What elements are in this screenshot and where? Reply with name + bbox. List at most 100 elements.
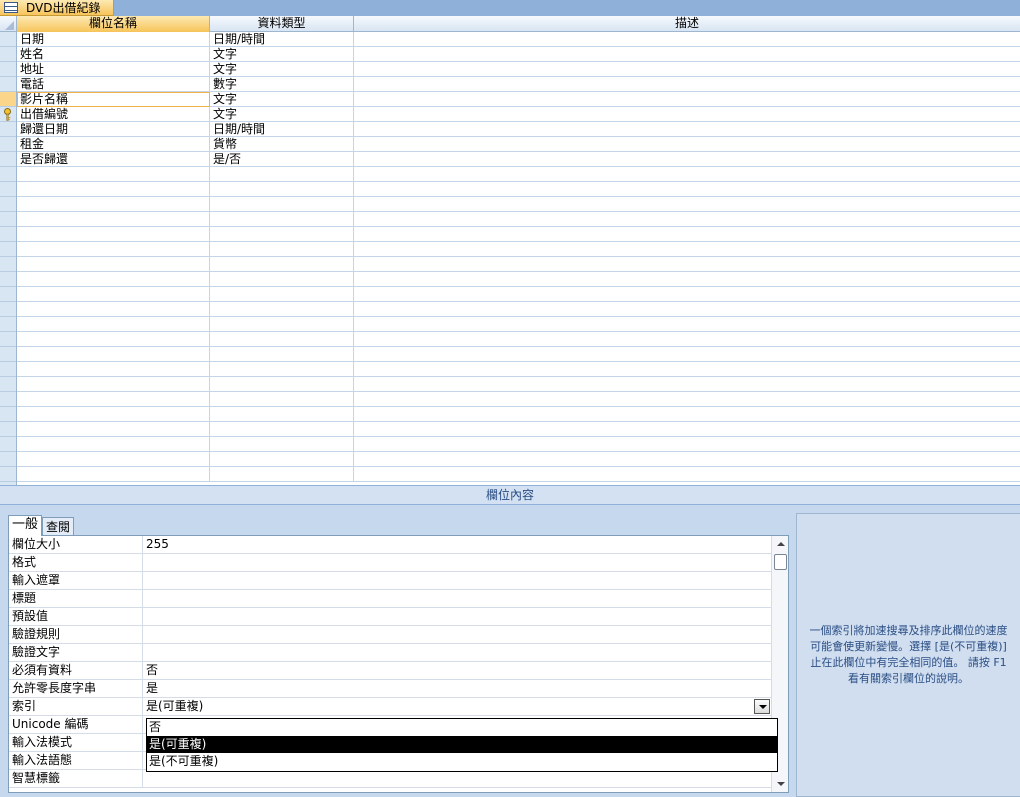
- row-selector[interactable]: [0, 197, 16, 212]
- field-name-cell[interactable]: [17, 422, 210, 437]
- row-selector[interactable]: [0, 137, 16, 152]
- description-cell[interactable]: [354, 182, 1020, 197]
- empty-row[interactable]: [17, 392, 1020, 407]
- property-value[interactable]: [143, 608, 771, 625]
- field-row[interactable]: 日期 日期/時間: [17, 32, 1020, 47]
- field-name-cell[interactable]: [17, 167, 210, 182]
- row-selector[interactable]: [0, 242, 16, 257]
- field-name-cell[interactable]: [17, 332, 210, 347]
- empty-row[interactable]: [17, 242, 1020, 257]
- data-type-cell[interactable]: [210, 272, 354, 287]
- row-selector[interactable]: [0, 122, 16, 137]
- data-type-cell[interactable]: 日期/時間: [210, 122, 354, 137]
- field-name-cell[interactable]: [17, 317, 210, 332]
- field-name-cell[interactable]: [17, 452, 210, 467]
- empty-row[interactable]: [17, 422, 1020, 437]
- data-type-cell[interactable]: [210, 182, 354, 197]
- description-cell[interactable]: [354, 317, 1020, 332]
- data-type-cell[interactable]: [210, 287, 354, 302]
- empty-row[interactable]: [17, 407, 1020, 422]
- description-cell[interactable]: [354, 452, 1020, 467]
- field-name-cell[interactable]: 租金: [17, 137, 210, 152]
- data-type-cell[interactable]: [210, 437, 354, 452]
- field-name-cell[interactable]: 歸還日期: [17, 122, 210, 137]
- property-value[interactable]: 是: [143, 680, 771, 697]
- description-cell[interactable]: [354, 332, 1020, 347]
- field-name-cell[interactable]: [17, 287, 210, 302]
- data-type-cell[interactable]: [210, 347, 354, 362]
- property-row-allow-zero-length[interactable]: 允許零長度字串是: [9, 680, 771, 698]
- field-name-cell[interactable]: [17, 272, 210, 287]
- empty-row[interactable]: [17, 317, 1020, 332]
- property-value[interactable]: [143, 626, 771, 643]
- property-row-smart-tags[interactable]: 智慧標籤: [9, 770, 771, 788]
- property-value[interactable]: [143, 644, 771, 661]
- scroll-thumb[interactable]: [774, 554, 787, 570]
- field-name-cell[interactable]: 電話: [17, 77, 210, 92]
- dropdown-option[interactable]: 是(不可重複): [147, 753, 777, 770]
- row-selector[interactable]: [0, 152, 16, 167]
- field-row[interactable]: 地址 文字: [17, 62, 1020, 77]
- description-cell[interactable]: [354, 92, 1020, 107]
- row-selector[interactable]: [0, 32, 16, 47]
- row-selector[interactable]: [0, 62, 16, 77]
- description-cell[interactable]: [354, 287, 1020, 302]
- description-cell[interactable]: [354, 107, 1020, 122]
- data-type-cell[interactable]: 文字: [210, 107, 354, 122]
- data-type-cell[interactable]: 數字: [210, 77, 354, 92]
- field-name-cell[interactable]: [17, 182, 210, 197]
- field-name-cell[interactable]: [17, 212, 210, 227]
- row-selector[interactable]: [0, 212, 16, 227]
- data-type-cell[interactable]: 文字: [210, 62, 354, 77]
- description-cell[interactable]: [354, 422, 1020, 437]
- row-selector[interactable]: [0, 182, 16, 197]
- data-type-cell[interactable]: 貨幣: [210, 137, 354, 152]
- row-selector[interactable]: [0, 167, 16, 182]
- property-row-caption[interactable]: 標題: [9, 590, 771, 608]
- row-selector[interactable]: [0, 47, 16, 62]
- property-row-format[interactable]: 格式: [9, 554, 771, 572]
- data-type-cell[interactable]: [210, 167, 354, 182]
- description-cell[interactable]: [354, 437, 1020, 452]
- field-name-cell[interactable]: [17, 242, 210, 257]
- field-row[interactable]: 電話 數字: [17, 77, 1020, 92]
- description-cell[interactable]: [354, 212, 1020, 227]
- empty-row[interactable]: [17, 437, 1020, 452]
- field-name-cell[interactable]: [17, 437, 210, 452]
- empty-row[interactable]: [17, 212, 1020, 227]
- empty-row[interactable]: [17, 362, 1020, 377]
- field-name-cell[interactable]: [17, 362, 210, 377]
- property-value[interactable]: [143, 590, 771, 607]
- description-cell[interactable]: [354, 467, 1020, 482]
- row-selector[interactable]: [0, 272, 16, 287]
- field-row[interactable]: 是否歸還 是/否: [17, 152, 1020, 167]
- field-name-cell[interactable]: [17, 392, 210, 407]
- scroll-up-icon[interactable]: [772, 536, 788, 552]
- row-selector[interactable]: [0, 437, 16, 452]
- description-cell[interactable]: [354, 272, 1020, 287]
- field-name-cell[interactable]: [17, 377, 210, 392]
- data-type-cell[interactable]: [210, 452, 354, 467]
- description-cell[interactable]: [354, 47, 1020, 62]
- data-type-cell[interactable]: [210, 407, 354, 422]
- description-cell[interactable]: [354, 137, 1020, 152]
- field-name-cell[interactable]: [17, 227, 210, 242]
- empty-row[interactable]: [17, 452, 1020, 467]
- row-selector[interactable]: [0, 227, 16, 242]
- data-type-cell[interactable]: 是/否: [210, 152, 354, 167]
- dropdown-option[interactable]: 否: [147, 719, 777, 736]
- data-type-cell[interactable]: [210, 422, 354, 437]
- data-type-cell[interactable]: [210, 302, 354, 317]
- field-row[interactable]: 出借編號 文字: [17, 107, 1020, 122]
- row-selector[interactable]: [0, 422, 16, 437]
- data-type-cell[interactable]: [210, 332, 354, 347]
- description-cell[interactable]: [354, 257, 1020, 272]
- data-type-cell[interactable]: [210, 317, 354, 332]
- data-type-cell[interactable]: 日期/時間: [210, 32, 354, 47]
- description-cell[interactable]: [354, 62, 1020, 77]
- data-type-cell[interactable]: [210, 197, 354, 212]
- property-row-input-mask[interactable]: 輸入遮罩: [9, 572, 771, 590]
- empty-row[interactable]: [17, 347, 1020, 362]
- data-type-cell[interactable]: [210, 227, 354, 242]
- field-name-cell[interactable]: [17, 407, 210, 422]
